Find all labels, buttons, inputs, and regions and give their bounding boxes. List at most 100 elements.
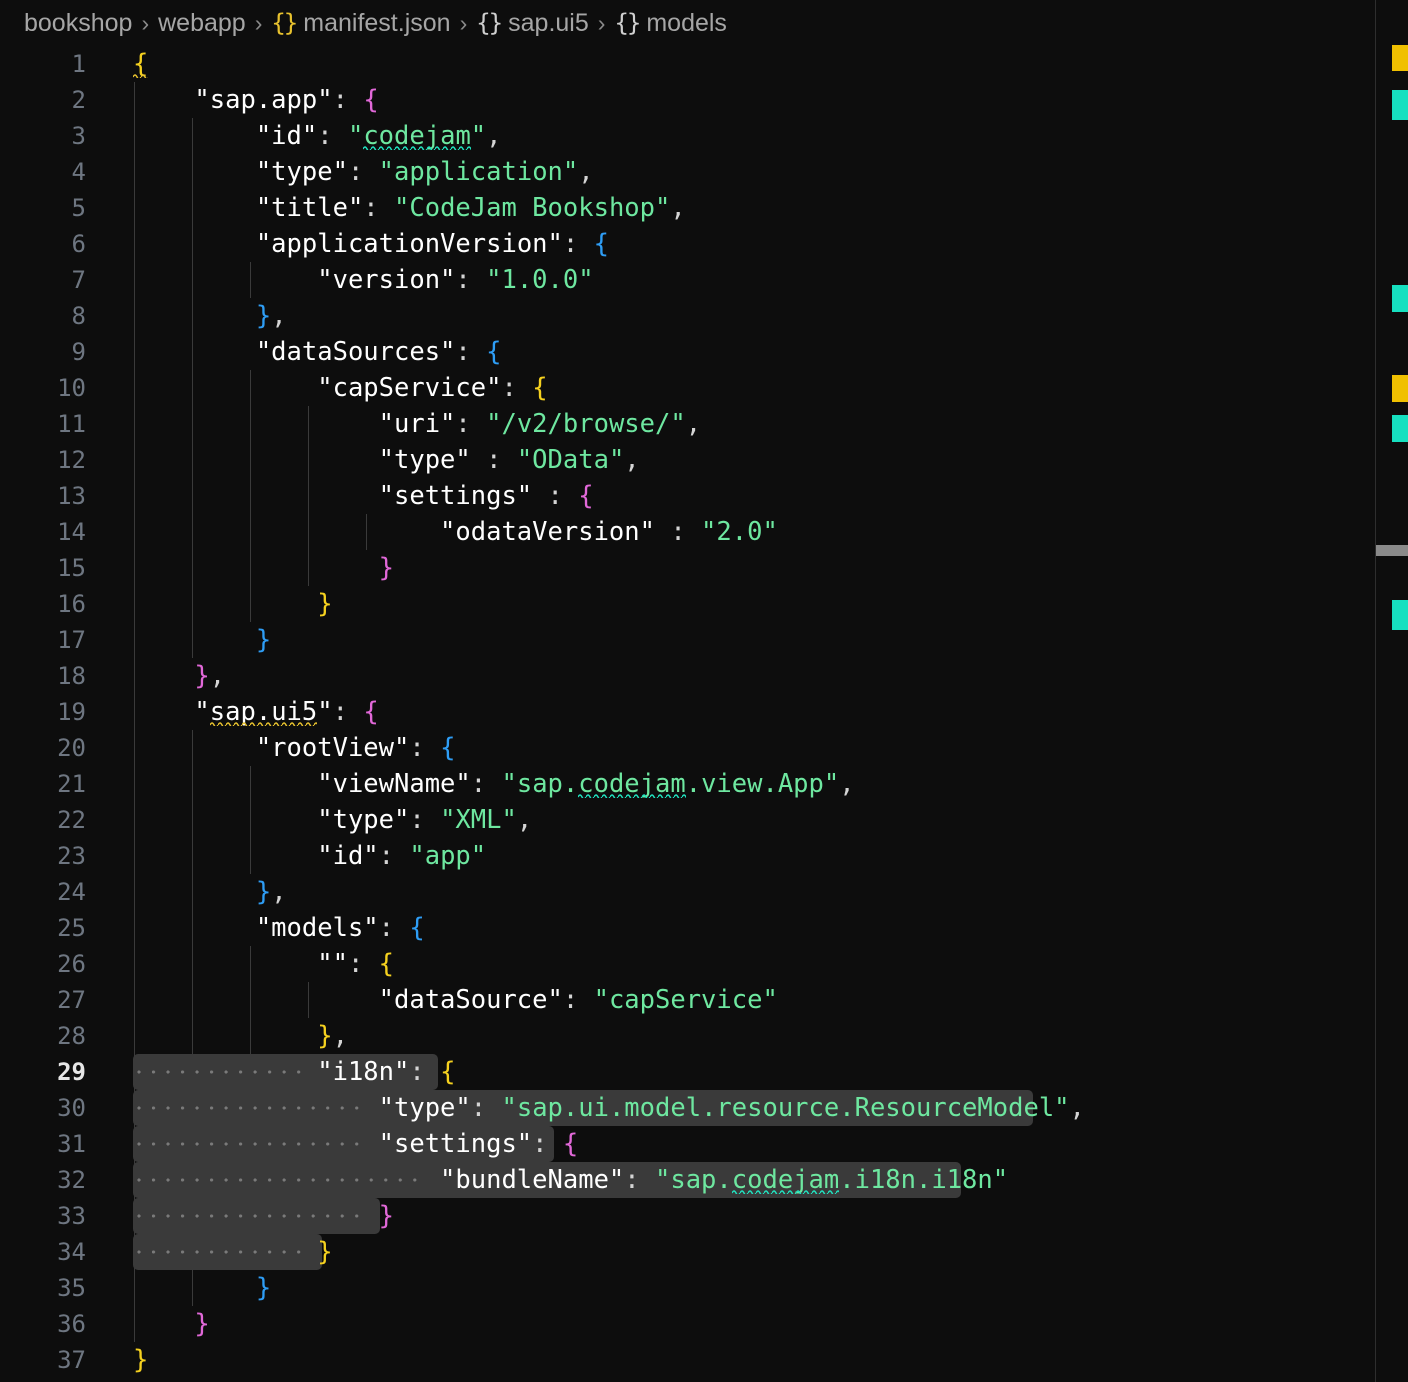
code-line[interactable]: 7 "version": "1.0.0": [0, 262, 1408, 298]
breadcrumb-item-webapp[interactable]: webapp: [158, 9, 246, 38]
code-line[interactable]: 1{: [0, 46, 1408, 82]
line-number: 15: [57, 554, 86, 582]
line-number: 17: [57, 626, 86, 654]
code-line[interactable]: 6 "applicationVersion": {: [0, 226, 1408, 262]
code-line[interactable]: 21 "viewName": "sap.codejam.view.App",: [0, 766, 1408, 802]
line-content[interactable]: "id": "app": [133, 838, 486, 874]
line-content[interactable]: },: [133, 1018, 348, 1054]
line-content[interactable]: "settings": {: [133, 1126, 579, 1162]
code-line[interactable]: 18 },: [0, 658, 1408, 694]
ruler-marker-info[interactable]: [1392, 90, 1408, 120]
code-line[interactable]: 26 "": {: [0, 946, 1408, 982]
breadcrumb-item-sap-ui5[interactable]: {} sap.ui5: [476, 9, 589, 38]
line-content[interactable]: "type": "application",: [133, 154, 594, 190]
line-number: 9: [71, 338, 86, 366]
line-content[interactable]: "title": "CodeJam Bookshop",: [133, 190, 686, 226]
overview-ruler[interactable]: [1375, 0, 1408, 1382]
line-content[interactable]: "type": "XML",: [133, 802, 532, 838]
line-number: 3: [71, 122, 86, 150]
line-content[interactable]: "settings" : {: [133, 478, 594, 514]
line-number: 30: [57, 1094, 86, 1122]
code-line[interactable]: 14 "odataVersion" : "2.0": [0, 514, 1408, 550]
code-line[interactable]: 27 "dataSource": "capService": [0, 982, 1408, 1018]
line-content[interactable]: },: [133, 874, 287, 910]
breadcrumb-label: manifest.json: [303, 8, 451, 37]
line-number: 24: [57, 878, 86, 906]
line-content[interactable]: "i18n": {: [133, 1054, 455, 1090]
code-line[interactable]: 10 "capService": {: [0, 370, 1408, 406]
line-content[interactable]: "capService": {: [133, 370, 547, 406]
code-line[interactable]: 22 "type": "XML",: [0, 802, 1408, 838]
line-content[interactable]: "viewName": "sap.codejam.view.App",: [133, 766, 854, 802]
line-content[interactable]: }: [133, 1342, 148, 1378]
line-content[interactable]: "odataVersion" : "2.0": [133, 514, 778, 550]
code-line[interactable]: 2 "sap.app": {: [0, 82, 1408, 118]
code-line[interactable]: 37}: [0, 1342, 1408, 1378]
code-line[interactable]: 24 },: [0, 874, 1408, 910]
line-number: 5: [71, 194, 86, 222]
code-line[interactable]: 16 }: [0, 586, 1408, 622]
line-content[interactable]: }: [133, 622, 271, 658]
code-line[interactable]: 20 "rootView": {: [0, 730, 1408, 766]
code-line[interactable]: 36 }: [0, 1306, 1408, 1342]
code-line[interactable]: 5 "title": "CodeJam Bookshop",: [0, 190, 1408, 226]
line-content[interactable]: "dataSources": {: [133, 334, 502, 370]
line-content[interactable]: {: [133, 46, 148, 82]
line-content[interactable]: "type" : "OData",: [133, 442, 640, 478]
code-line[interactable]: 31 "settings": {: [0, 1126, 1408, 1162]
code-line[interactable]: 25 "models": {: [0, 910, 1408, 946]
line-content[interactable]: }: [133, 1234, 332, 1270]
line-content[interactable]: "id": "codejam",: [133, 118, 502, 154]
line-content[interactable]: "version": "1.0.0": [133, 262, 593, 298]
code-line[interactable]: 13 "settings" : {: [0, 478, 1408, 514]
code-line[interactable]: 3 "id": "codejam",: [0, 118, 1408, 154]
ruler-marker-info[interactable]: [1392, 285, 1408, 312]
line-content[interactable]: },: [133, 298, 287, 334]
code-line[interactable]: 12 "type" : "OData",: [0, 442, 1408, 478]
code-line[interactable]: 35 }: [0, 1270, 1408, 1306]
line-content[interactable]: "sap.app": {: [133, 82, 378, 118]
code-line[interactable]: 32 "bundleName": "sap.codejam.i18n.i18n": [0, 1162, 1408, 1198]
code-line[interactable]: 17 }: [0, 622, 1408, 658]
scrollbar-slider[interactable]: [1376, 545, 1408, 556]
line-content[interactable]: "type": "sap.ui.model.resource.ResourceM…: [133, 1090, 1085, 1126]
line-content[interactable]: }: [133, 586, 332, 622]
ruler-marker-info[interactable]: [1392, 415, 1408, 442]
code-line[interactable]: 19 "sap.ui5": {: [0, 694, 1408, 730]
line-content[interactable]: "": {: [133, 946, 394, 982]
line-content[interactable]: },: [133, 658, 225, 694]
ruler-marker-warning[interactable]: [1392, 375, 1408, 402]
line-content[interactable]: "bundleName": "sap.codejam.i18n.i18n": [133, 1162, 1008, 1198]
line-content[interactable]: }: [133, 1270, 271, 1306]
code-line[interactable]: 4 "type": "application",: [0, 154, 1408, 190]
line-content[interactable]: "dataSource": "capService": [133, 982, 778, 1018]
line-content[interactable]: "uri": "/v2/browse/",: [133, 406, 701, 442]
line-number: 12: [57, 446, 86, 474]
line-content[interactable]: "models": {: [133, 910, 425, 946]
line-content[interactable]: }: [133, 550, 394, 586]
json-file-icon: {}: [271, 9, 298, 37]
code-line[interactable]: 8 },: [0, 298, 1408, 334]
breadcrumb-item-models[interactable]: {} models: [614, 9, 727, 38]
breadcrumb-item-bookshop[interactable]: bookshop: [24, 9, 132, 38]
code-line[interactable]: 23 "id": "app": [0, 838, 1408, 874]
code-line[interactable]: 33 }: [0, 1198, 1408, 1234]
code-line[interactable]: 11 "uri": "/v2/browse/",: [0, 406, 1408, 442]
line-content[interactable]: "rootView": {: [133, 730, 456, 766]
breadcrumb-item-manifest-json[interactable]: {} manifest.json: [271, 9, 450, 38]
ruler-marker-info[interactable]: [1392, 600, 1408, 630]
ruler-marker-warning[interactable]: [1392, 45, 1408, 71]
line-content[interactable]: }: [133, 1306, 209, 1342]
code-line[interactable]: 29 "i18n": {: [0, 1054, 1408, 1090]
code-line[interactable]: 15 }: [0, 550, 1408, 586]
line-content[interactable]: }: [133, 1198, 394, 1234]
line-content[interactable]: "applicationVersion": {: [133, 226, 609, 262]
line-content[interactable]: "sap.ui5": {: [133, 694, 378, 730]
code-line[interactable]: 9 "dataSources": {: [0, 334, 1408, 370]
code-editor[interactable]: 1{2 "sap.app": {3 "id": "codejam", 4 "typ…: [0, 46, 1408, 1382]
code-line[interactable]: 34 }: [0, 1234, 1408, 1270]
code-line[interactable]: 30 "type": "sap.ui.model.resource.Resour…: [0, 1090, 1408, 1126]
breadcrumb-label: models: [646, 8, 727, 37]
code-line[interactable]: 28 },: [0, 1018, 1408, 1054]
line-number: 26: [57, 950, 86, 978]
